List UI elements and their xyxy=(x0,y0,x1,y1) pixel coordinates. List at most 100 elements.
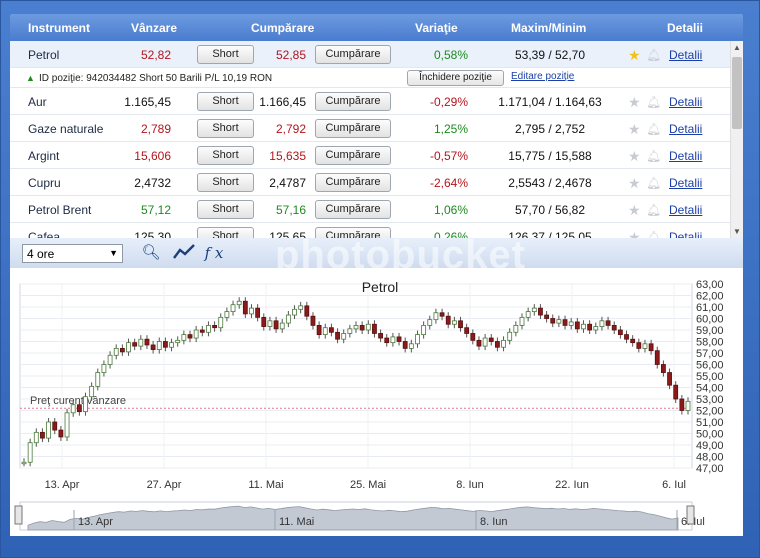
max-min-value: 57,70 / 56,82 xyxy=(514,203,586,217)
y-tick-label: 47,00 xyxy=(696,463,724,475)
y-tick-label: 63,00 xyxy=(696,279,724,291)
details-link[interactable]: Detalii xyxy=(669,122,702,136)
candle-body xyxy=(119,348,125,353)
y-tick-label: 53,00 xyxy=(696,394,724,406)
instrument-name[interactable]: Petrol Brent xyxy=(28,203,91,217)
line-chart-icon[interactable] xyxy=(172,242,196,264)
star-icon[interactable]: ★ xyxy=(628,229,641,238)
navigator-tick-label: 8. Iun xyxy=(480,516,508,528)
candle-body xyxy=(574,321,580,330)
candle-body xyxy=(495,341,500,348)
table-row[interactable]: Argint 15,606 Short 15,635 Cumpărare -0,57% 15… xyxy=(10,142,730,169)
star-icon[interactable]: ★ xyxy=(628,202,641,219)
candle-body xyxy=(298,305,304,310)
table-row[interactable]: Petrol Brent 57,12 Short 57,16 Cumpărare 1,06… xyxy=(10,196,730,223)
x-tick-label: 8. Iun xyxy=(456,479,484,491)
bell-icon[interactable]: 🔔︎ xyxy=(646,122,661,136)
table-header: Instrument Vânzare Cumpărare Variaţie Ma… xyxy=(10,14,743,41)
bell-icon[interactable]: 🔔︎ xyxy=(646,203,661,217)
candle-body xyxy=(611,325,617,331)
candle-body xyxy=(285,314,291,324)
buy-button[interactable]: Cumpărare xyxy=(315,119,391,138)
details-link[interactable]: Detalii xyxy=(669,95,702,109)
candle-body xyxy=(562,319,568,326)
details-link[interactable]: Detalii xyxy=(669,176,702,190)
star-icon[interactable]: ★ xyxy=(628,94,641,111)
sell-price: 125,30 xyxy=(134,230,171,238)
bell-icon[interactable]: 🔔︎ xyxy=(646,149,661,163)
candle-body xyxy=(150,344,156,350)
candle-body xyxy=(156,341,162,350)
y-tick-label: 60,00 xyxy=(696,314,724,326)
max-min-value: 53,39 / 52,70 xyxy=(514,48,586,62)
star-icon[interactable]: ★ xyxy=(628,148,641,165)
instrument-name[interactable]: Aur xyxy=(28,95,47,109)
table-scrollbar[interactable]: ▲ ▼ xyxy=(730,41,743,238)
navigator-chart[interactable]: 13. Apr 11. Mai 8. Iun 6. Iul xyxy=(10,496,743,536)
candle-body xyxy=(544,314,549,319)
bell-icon[interactable]: 🔔︎ xyxy=(646,95,661,109)
x-tick-label: 13. Apr xyxy=(45,479,80,491)
buy-button[interactable]: Cumpărare xyxy=(315,45,391,64)
navigator-left-handle[interactable] xyxy=(14,505,23,525)
details-link[interactable]: Detalii xyxy=(669,48,702,62)
instrument-name[interactable]: Gaze naturale xyxy=(28,122,103,136)
buy-button[interactable]: Cumpărare xyxy=(315,173,391,192)
details-link[interactable]: Detalii xyxy=(669,149,702,163)
header-buy: Cumpărare xyxy=(251,21,315,35)
candle-body xyxy=(642,343,648,349)
scroll-up-icon[interactable]: ▲ xyxy=(733,43,741,52)
candle-body xyxy=(341,333,347,340)
close-position-button[interactable]: Închidere poziţie xyxy=(407,70,504,86)
candle-body xyxy=(21,461,27,465)
candle-body xyxy=(169,342,174,348)
buy-button[interactable]: Cumpărare xyxy=(315,146,391,165)
candle-body xyxy=(193,329,199,339)
bell-icon[interactable]: 🔔︎ xyxy=(646,48,661,62)
variation-value: 0,58% xyxy=(433,48,468,62)
scroll-down-icon[interactable]: ▼ xyxy=(733,227,741,236)
edit-position-link[interactable]: Editare poziţie xyxy=(511,71,574,82)
candle-body xyxy=(95,372,101,387)
candle-body xyxy=(101,364,107,373)
table-row[interactable]: Aur 1.165,45 Short 1.166,45 Cumpărare -0,29% 1… xyxy=(10,88,730,115)
candle-body xyxy=(654,350,660,365)
navigator-right-handle[interactable] xyxy=(686,505,695,525)
candle-body xyxy=(255,307,261,318)
candle-body xyxy=(378,333,383,339)
interval-value: 4 ore xyxy=(27,247,55,261)
candle-body xyxy=(206,325,211,333)
header-maxmin: Maxim/Minim xyxy=(511,21,587,35)
candle-body xyxy=(316,325,322,336)
instrument-name[interactable]: Cafea xyxy=(28,230,60,238)
sell-price: 1.165,45 xyxy=(124,95,171,109)
instrument-name[interactable]: Cupru xyxy=(28,176,61,190)
instrument-name[interactable]: Argint xyxy=(28,149,59,163)
line-chart-glyph xyxy=(173,244,195,259)
candle-body xyxy=(458,320,463,329)
variation-value: 1,25% xyxy=(433,122,468,136)
table-row[interactable]: Cupru 2,4732 Short 2,4787 Cumpărare -2,64% 2,5… xyxy=(10,169,730,196)
y-tick-label: 58,00 xyxy=(696,337,724,349)
bell-icon[interactable]: 🔔︎ xyxy=(646,176,661,190)
star-icon[interactable]: ★ xyxy=(628,121,641,138)
zoom-icon[interactable]: 🔍︎ xyxy=(139,242,163,264)
star-icon[interactable]: ★ xyxy=(628,175,641,192)
details-link[interactable]: Detalii xyxy=(669,230,702,238)
table-row[interactable]: Petrol 52,82 Short 52,85 Cumpărare 0,58% 53,39… xyxy=(10,41,730,68)
star-icon[interactable]: ★ xyxy=(628,47,641,64)
candle-body xyxy=(113,348,119,356)
buy-button[interactable]: Cumpărare xyxy=(315,200,391,219)
details-link[interactable]: Detalii xyxy=(669,203,702,217)
instrument-name[interactable]: Petrol xyxy=(28,48,59,62)
interval-select[interactable]: 4 ore ▼ xyxy=(22,244,123,263)
scroll-thumb[interactable] xyxy=(732,57,742,129)
candle-body xyxy=(396,336,402,342)
candle-body xyxy=(230,304,236,313)
y-tick-label: 56,00 xyxy=(696,360,724,372)
buy-button[interactable]: Cumpărare xyxy=(315,92,391,111)
formula-icon[interactable]: f x xyxy=(202,242,226,264)
table-row[interactable]: Gaze naturale 2,789 Short 2,792 Cumpărare 1,2… xyxy=(10,115,730,142)
bell-icon[interactable]: 🔔︎ xyxy=(646,230,661,238)
candle-body xyxy=(261,316,267,327)
